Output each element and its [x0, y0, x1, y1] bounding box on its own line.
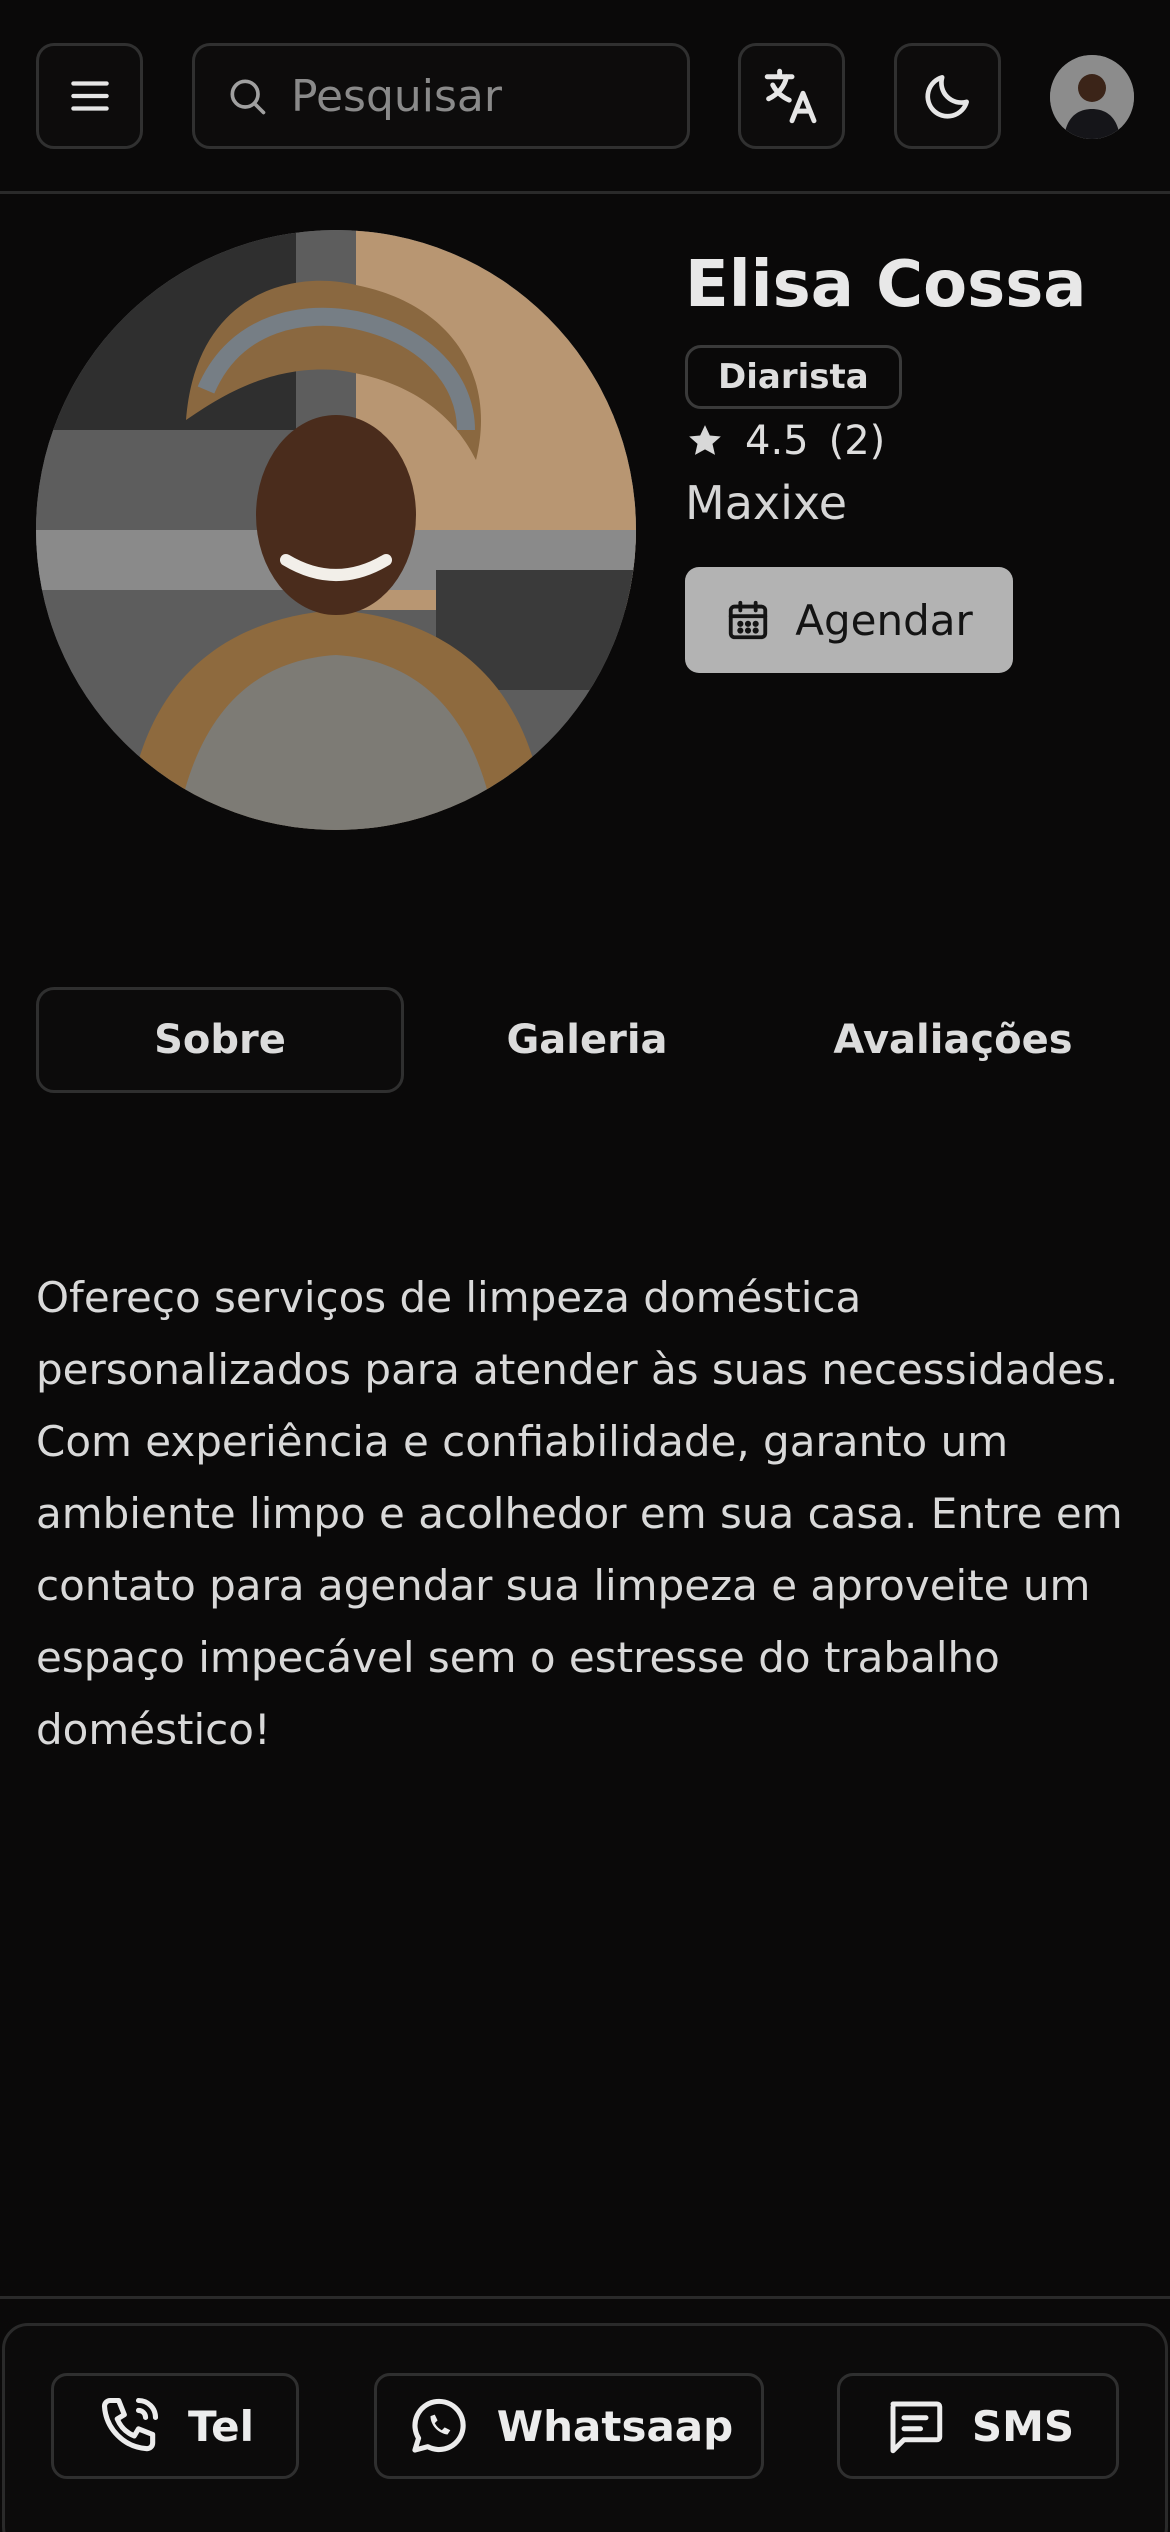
book-button[interactable]: Agendar [685, 567, 1013, 673]
search-input[interactable]: Pesquisar [192, 43, 690, 149]
call-label: Tel [188, 2401, 254, 2451]
tab-about[interactable]: Sobre [36, 987, 404, 1093]
star-icon [689, 425, 721, 455]
menu-button[interactable] [36, 43, 143, 149]
top-bar: Pesquisar [0, 0, 1170, 194]
tab-reviews[interactable]: Avaliações [770, 987, 1136, 1093]
user-avatar[interactable] [1050, 55, 1134, 139]
theme-toggle-button[interactable] [894, 43, 1001, 149]
sms-label: SMS [971, 2401, 1075, 2451]
rating-count: (2) [828, 418, 886, 464]
whatsapp-label: Whatsaap [496, 2401, 734, 2451]
tab-gallery[interactable]: Galeria [404, 987, 770, 1093]
calendar-icon [729, 600, 768, 640]
search-placeholder: Pesquisar [291, 70, 502, 122]
sms-button[interactable]: SMS [837, 2373, 1119, 2479]
about-text: Ofereço serviços de limpeza doméstica pe… [36, 1273, 1123, 1754]
role-badge: Diarista [685, 345, 902, 409]
location: Maxixe [685, 476, 847, 530]
whatsapp-button[interactable]: Whatsaap [374, 2373, 764, 2479]
whatsapp-icon [412, 2398, 466, 2453]
search-icon [230, 79, 266, 115]
language-button[interactable] [738, 43, 845, 149]
menu-icon [70, 81, 109, 111]
profile-photo [36, 230, 636, 830]
phone-icon [101, 2397, 159, 2452]
moon-icon [924, 75, 969, 119]
profile-name: Elisa Cossa [685, 248, 1087, 322]
rating-score: 4.5 [745, 418, 809, 464]
rating: 4.5 (2) [685, 415, 885, 467]
message-icon [890, 2401, 943, 2454]
book-label: Agendar [795, 595, 973, 645]
call-button[interactable]: Tel [51, 2373, 299, 2479]
translate-icon [764, 68, 816, 124]
